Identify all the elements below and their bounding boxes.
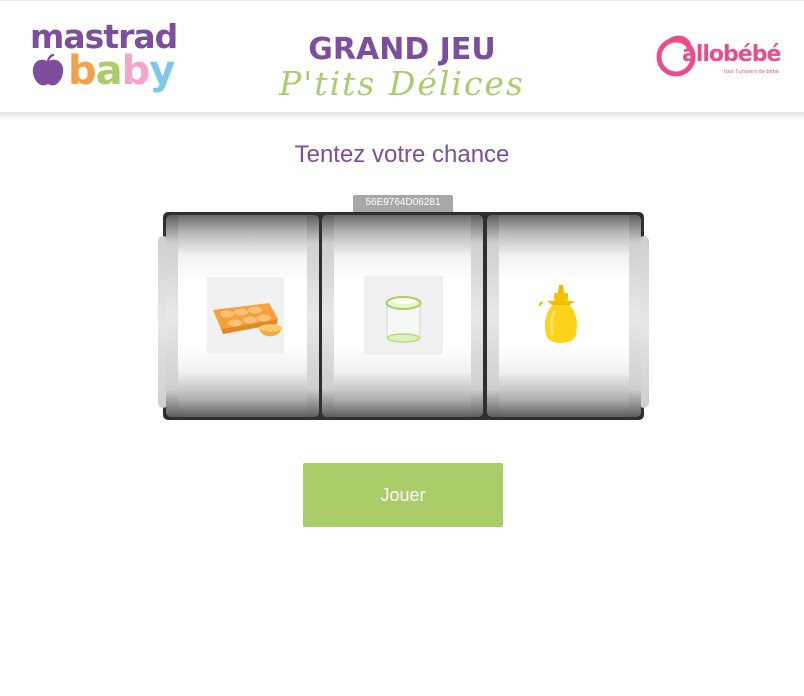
reel-edge bbox=[629, 215, 641, 417]
header-divider bbox=[0, 112, 804, 120]
mastrad-baby-logo: mastrad baby bbox=[30, 19, 178, 99]
allobebe-logo-text: allobébé bbox=[682, 42, 781, 67]
game-code-badge: 56E9764D06281 bbox=[353, 195, 453, 213]
orange-silicone-mold-icon bbox=[207, 277, 284, 354]
yellow-squeeze-bottle-icon bbox=[537, 283, 587, 349]
slot-reel-3 bbox=[487, 215, 641, 417]
reel-edge bbox=[322, 215, 334, 417]
baby-logo-text: baby bbox=[68, 48, 175, 94]
baby-logo-letter-y: y bbox=[149, 48, 175, 94]
allobebe-tagline: tout l'univers de bébé bbox=[724, 69, 779, 75]
reel-edge bbox=[166, 215, 178, 417]
reel-edge bbox=[487, 215, 499, 417]
baby-logo-letter-a: a bbox=[95, 48, 123, 94]
play-button[interactable]: Jouer bbox=[303, 463, 503, 527]
game-title: GRAND JEU bbox=[308, 32, 496, 67]
slot-reel-2 bbox=[322, 215, 483, 417]
game-subtitle-script: P'tits Délices bbox=[279, 64, 525, 103]
glass-jar-green-lid-icon bbox=[364, 276, 443, 355]
baby-logo-letter-b2: b bbox=[121, 48, 151, 94]
baby-logo-letter-b: b bbox=[68, 48, 97, 94]
slot-machine bbox=[158, 212, 649, 420]
page-heading: Tentez votre chance bbox=[294, 141, 510, 168]
page-header: mastrad baby GRAND JEU P'tits Délices al… bbox=[0, 0, 804, 113]
reel-edge bbox=[307, 215, 319, 417]
allobebe-logo: allobébé tout l'univers de bébé bbox=[656, 33, 781, 81]
reel-edge bbox=[471, 215, 483, 417]
apple-icon bbox=[32, 53, 64, 86]
slot-reel-1 bbox=[166, 215, 319, 417]
